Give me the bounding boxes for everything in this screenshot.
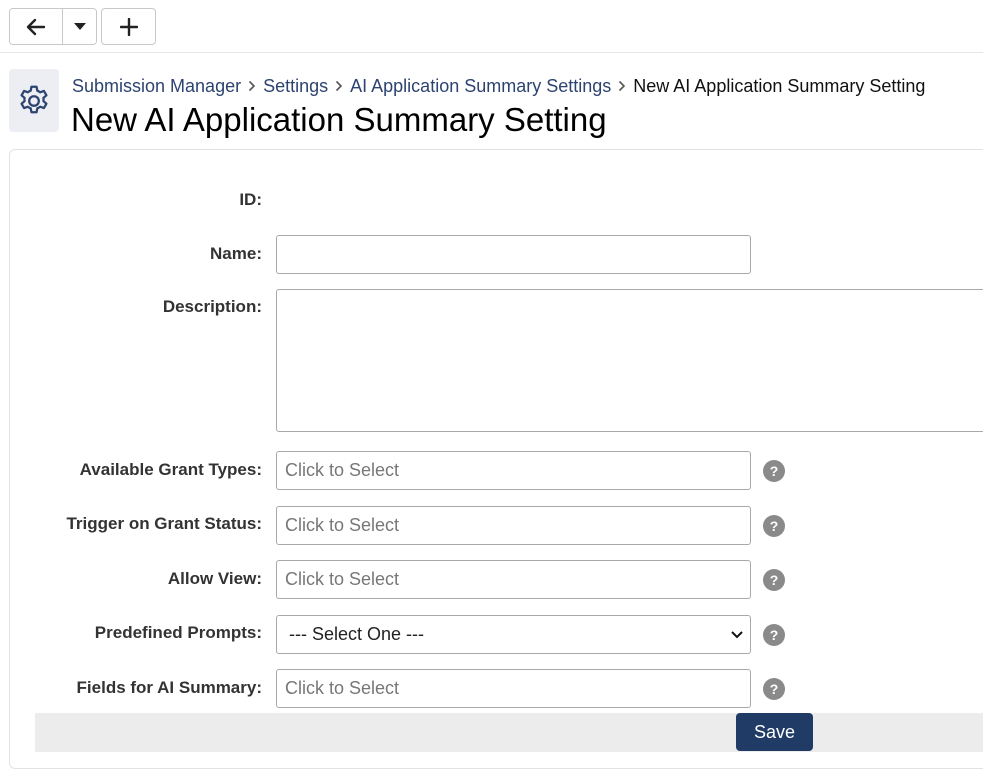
help-icon-grant-types[interactable]: ?: [763, 460, 785, 482]
arrow-left-icon: [26, 18, 46, 35]
back-button-group: [9, 8, 97, 45]
caret-down-icon: [73, 22, 86, 30]
description-textarea[interactable]: [276, 289, 983, 432]
predefined-prompts-selected: --- Select One ---: [289, 624, 425, 644]
predefined-prompts-label: Predefined Prompts:: [94, 623, 262, 642]
save-button[interactable]: Save: [736, 713, 813, 751]
grant-status-multiselect[interactable]: Click to Select: [276, 506, 751, 545]
help-icon-grant-status[interactable]: ?: [763, 515, 785, 537]
chevron-down-icon: [731, 630, 743, 638]
gear-icon: [20, 85, 48, 113]
help-icon-predefined-prompts[interactable]: ?: [763, 624, 785, 646]
id-label: ID:: [239, 190, 262, 209]
page-title: New AI Application Summary Setting: [71, 101, 607, 138]
fields-label: Fields for AI Summary:: [76, 678, 262, 697]
breadcrumb-link-submission-manager[interactable]: Submission Manager: [72, 75, 241, 97]
grant-types-label: Available Grant Types:: [79, 460, 262, 479]
history-dropdown-button[interactable]: [62, 9, 96, 44]
grant-types-multiselect[interactable]: Click to Select: [276, 451, 751, 490]
top-toolbar: [9, 8, 156, 45]
settings-tile: [9, 69, 59, 132]
plus-icon: [119, 17, 138, 36]
chevron-right-icon: [611, 80, 633, 92]
breadcrumb-link-settings[interactable]: Settings: [263, 75, 328, 97]
form-footer: [35, 713, 983, 752]
chevron-right-icon: [241, 80, 263, 92]
name-input[interactable]: [276, 235, 751, 274]
fields-multiselect[interactable]: Click to Select: [276, 669, 751, 708]
allow-view-label: Allow View:: [167, 569, 262, 588]
breadcrumb-link-ai-summary-settings[interactable]: AI Application Summary Settings: [350, 75, 611, 97]
allow-view-multiselect[interactable]: Click to Select: [276, 560, 751, 599]
back-button[interactable]: [10, 9, 62, 44]
help-icon-allow-view[interactable]: ?: [763, 569, 785, 591]
add-button[interactable]: [101, 8, 156, 45]
description-label: Description:: [162, 297, 262, 316]
breadcrumb-current: New AI Application Summary Setting: [633, 76, 926, 96]
grant-status-label: Trigger on Grant Status:: [66, 514, 262, 533]
help-icon-fields[interactable]: ?: [763, 678, 785, 700]
predefined-prompts-select[interactable]: --- Select One ---: [276, 615, 751, 654]
toolbar-divider: [0, 52, 983, 53]
breadcrumb: Submission Manager Settings AI Applicati…: [72, 75, 925, 97]
name-label: Name:: [210, 244, 262, 263]
chevron-right-icon: [328, 80, 350, 92]
